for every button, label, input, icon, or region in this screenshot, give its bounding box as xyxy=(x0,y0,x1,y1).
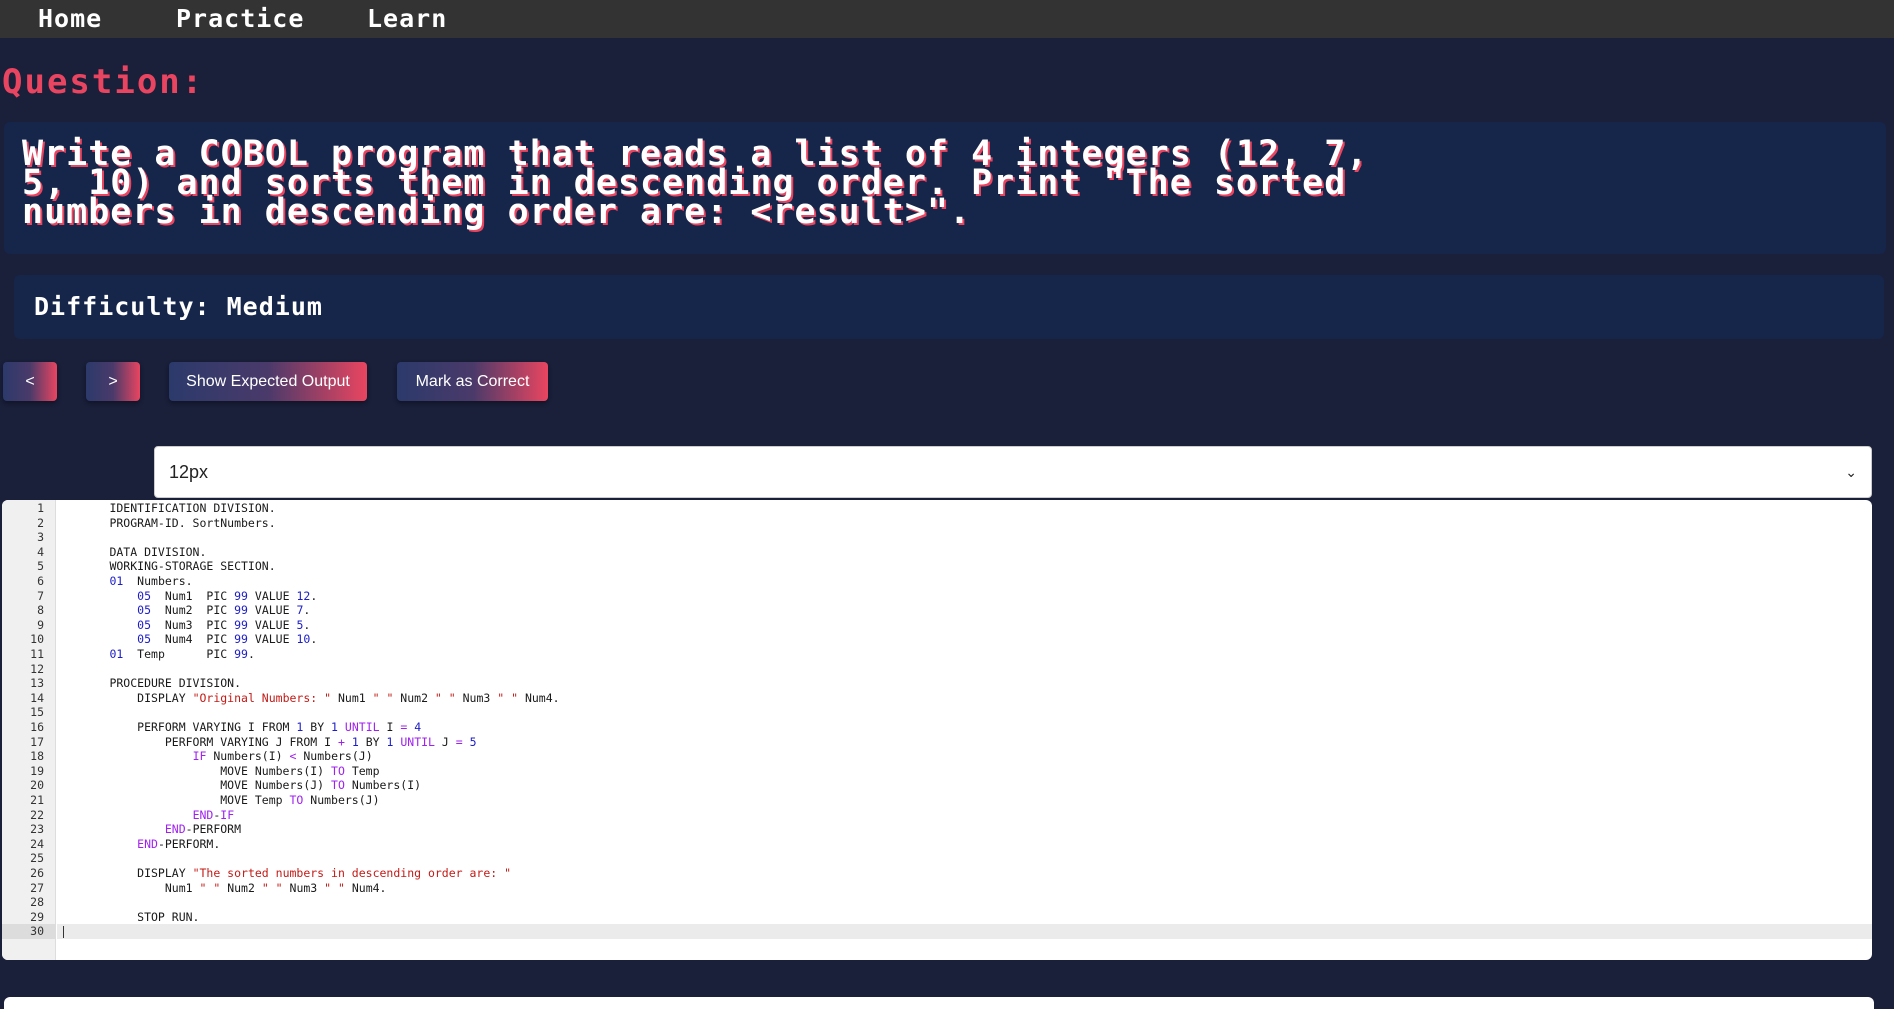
code-line[interactable]: 01 Temp PIC 99. xyxy=(57,647,1872,662)
show-expected-output-button[interactable]: Show Expected Output xyxy=(169,362,367,401)
line-number: 5 xyxy=(37,559,44,574)
nav-home-link[interactable]: Home xyxy=(38,4,102,33)
code-line[interactable] xyxy=(57,662,1872,677)
line-number: 4 xyxy=(37,544,44,559)
line-number: 16 xyxy=(30,720,44,734)
line-number: 20 xyxy=(30,778,44,793)
code-editor[interactable]: 1 2 3 4 5 6 7 8 9 10 11 12 13 14 15 16 17 18 19 20 21 22 23 24 2… xyxy=(2,500,1872,960)
code-line[interactable]: IF Numbers(I) < Numbers(J) xyxy=(57,749,1872,764)
line-number: 29 xyxy=(30,909,44,924)
line-number: 26 xyxy=(30,866,44,880)
line-number: 22 xyxy=(30,807,44,822)
code-line[interactable]: PERFORM VARYING J FROM I + 1 BY 1 UNTIL … xyxy=(57,735,1872,750)
code-line[interactable] xyxy=(57,530,1872,545)
code-line[interactable]: MOVE Numbers(J) TO Numbers(I) xyxy=(57,778,1872,793)
code-line[interactable] xyxy=(57,705,1872,720)
line-number: 8 xyxy=(37,603,44,618)
code-line[interactable]: 01 Numbers. xyxy=(57,574,1872,589)
output-panel xyxy=(4,997,1874,1009)
line-number: 23 xyxy=(30,822,44,837)
line-number: 24 xyxy=(30,836,44,851)
code-line[interactable] xyxy=(57,924,1872,939)
question-box: Write a COBOL program that reads a list … xyxy=(4,122,1886,254)
question-text-line-3: numbers in descending order are: <result… xyxy=(22,192,972,232)
line-number: 12 xyxy=(30,661,44,676)
text-cursor xyxy=(63,926,64,939)
line-number: 17 xyxy=(30,734,44,749)
code-line[interactable]: END-PERFORM. xyxy=(57,837,1872,852)
code-line[interactable]: END-PERFORM xyxy=(57,822,1872,837)
code-line[interactable]: MOVE Temp TO Numbers(J) xyxy=(57,793,1872,808)
code-line[interactable]: MOVE Numbers(I) TO Temp xyxy=(57,764,1872,779)
prev-question-button[interactable]: < xyxy=(3,362,57,401)
code-area[interactable]: IDENTIFICATION DIVISION. PROGRAM-ID. Sor… xyxy=(57,500,1872,960)
code-line[interactable]: PERFORM VARYING I FROM 1 BY 1 UNTIL I = … xyxy=(57,720,1872,735)
line-number: 14 xyxy=(30,690,44,705)
line-number: 25 xyxy=(30,851,44,866)
question-heading: Question: xyxy=(2,62,205,102)
code-line[interactable]: DISPLAY "Original Numbers: " Num1 " " Nu… xyxy=(57,691,1872,706)
line-number: 15 xyxy=(30,705,44,720)
line-number: 2 xyxy=(37,515,44,530)
code-line[interactable]: WORKING-STORAGE SECTION. xyxy=(57,559,1872,574)
nav-learn-link[interactable]: Learn xyxy=(367,4,447,33)
line-number-gutter: 1 2 3 4 5 6 7 8 9 10 11 12 13 14 15 16 17 18 19 20 21 22 23 24 2… xyxy=(2,500,56,960)
line-number: 13 xyxy=(30,676,44,691)
line-number: 10 xyxy=(30,632,44,647)
code-line[interactable]: PROGRAM-ID. SortNumbers. xyxy=(57,516,1872,531)
top-nav: Home Practice Learn xyxy=(0,0,1894,38)
code-line[interactable]: 05 Num3 PIC 99 VALUE 5. xyxy=(57,618,1872,633)
code-line[interactable]: DISPLAY "The sorted numbers in descendin… xyxy=(57,866,1872,881)
line-number: 28 xyxy=(30,895,44,910)
line-number: 27 xyxy=(30,880,44,895)
line-number: 18 xyxy=(30,749,44,764)
code-line[interactable]: END-IF xyxy=(57,808,1872,823)
code-line[interactable]: STOP RUN. xyxy=(57,910,1872,925)
line-number: 11 xyxy=(30,647,44,661)
code-line[interactable]: 05 Num4 PIC 99 VALUE 10. xyxy=(57,632,1872,647)
code-line[interactable]: IDENTIFICATION DIVISION. xyxy=(57,501,1872,516)
line-number: 30 xyxy=(2,924,56,939)
difficulty-box: Difficulty: Medium xyxy=(14,275,1884,339)
difficulty-label: Difficulty: Medium xyxy=(34,292,323,321)
code-line[interactable]: 05 Num1 PIC 99 VALUE 12. xyxy=(57,589,1872,604)
line-number: 1 xyxy=(37,501,44,515)
code-line[interactable]: 05 Num2 PIC 99 VALUE 7. xyxy=(57,603,1872,618)
code-line[interactable] xyxy=(57,851,1872,866)
font-size-selected-value: 12px xyxy=(169,461,209,482)
code-line[interactable]: DATA DIVISION. xyxy=(57,545,1872,560)
chevron-down-icon: ⌄ xyxy=(1845,463,1857,480)
mark-as-correct-button[interactable]: Mark as Correct xyxy=(397,362,548,401)
font-size-select[interactable]: 12px ⌄ xyxy=(154,446,1872,498)
next-question-button[interactable]: > xyxy=(86,362,140,401)
line-number: 6 xyxy=(37,574,44,588)
nav-practice-link[interactable]: Practice xyxy=(176,4,304,33)
line-number: 21 xyxy=(30,793,44,807)
line-number: 19 xyxy=(30,763,44,778)
line-number: 3 xyxy=(37,530,44,545)
line-number: 7 xyxy=(37,588,44,603)
code-line[interactable] xyxy=(57,895,1872,910)
line-number: 9 xyxy=(37,617,44,632)
code-line[interactable]: Num1 " " Num2 " " Num3 " " Num4. xyxy=(57,881,1872,896)
code-line[interactable]: PROCEDURE DIVISION. xyxy=(57,676,1872,691)
